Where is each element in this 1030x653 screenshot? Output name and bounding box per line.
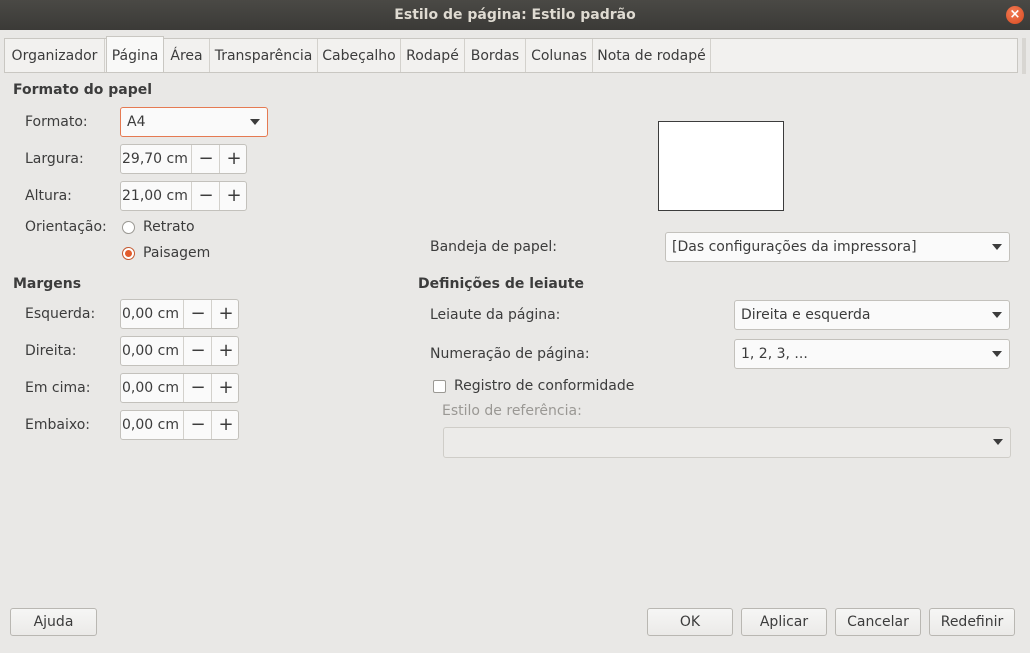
cancel-button[interactable]: Cancelar <box>835 608 921 636</box>
landscape-label[interactable]: Paisagem <box>143 245 210 261</box>
landscape-radio[interactable] <box>122 247 135 260</box>
chevron-down-icon <box>992 351 1002 357</box>
minus-icon[interactable]: − <box>183 374 212 402</box>
margin-top-value[interactable]: 0,00 cm <box>122 374 179 402</box>
margin-top-spinbox[interactable]: 0,00 cm − + <box>120 373 239 403</box>
chevron-down-icon <box>992 244 1002 250</box>
page-preview <box>658 121 784 211</box>
format-value: A4 <box>127 114 146 130</box>
portrait-label[interactable]: Retrato <box>143 219 195 235</box>
tab-transparencia[interactable]: Transparência <box>210 39 318 72</box>
chevron-down-icon <box>250 119 260 125</box>
tab-cabecalho[interactable]: Cabeçalho <box>318 39 401 72</box>
ref-style-dropdown[interactable] <box>443 427 1011 458</box>
tray-value: [Das configurações da impressora] <box>672 239 917 255</box>
numbering-dropdown[interactable]: 1, 2, 3, ... <box>734 339 1010 369</box>
tab-bordas[interactable]: Bordas <box>465 39 526 72</box>
margin-left-spinbox[interactable]: 0,00 cm − + <box>120 299 239 329</box>
ref-style-label: Estilo de referência: <box>442 403 582 419</box>
tab-scroll-indicator <box>1022 38 1026 74</box>
tab-bar: Organizador Página Área Transparência Ca… <box>4 36 1018 73</box>
format-label: Formato: <box>25 114 88 130</box>
minus-icon[interactable]: − <box>183 411 212 439</box>
margin-right-spinbox[interactable]: 0,00 cm − + <box>120 336 239 366</box>
width-spinbox[interactable]: 29,70 cm − + <box>120 144 247 174</box>
tray-label: Bandeja de papel: <box>430 239 557 255</box>
plus-icon[interactable]: + <box>211 300 240 328</box>
tab-nota-de-rodape[interactable]: Nota de rodapé <box>593 39 711 72</box>
width-label: Largura: <box>25 151 84 167</box>
portrait-radio[interactable] <box>122 221 135 234</box>
reset-button[interactable]: Redefinir <box>929 608 1015 636</box>
margin-left-label: Esquerda: <box>25 306 96 322</box>
margin-bottom-spinbox[interactable]: 0,00 cm − + <box>120 410 239 440</box>
orientation-label: Orientação: <box>25 219 107 235</box>
chevron-down-icon <box>993 439 1003 445</box>
plus-icon[interactable]: + <box>211 337 240 365</box>
numbering-value: 1, 2, 3, ... <box>741 346 808 362</box>
numbering-label: Numeração de página: <box>430 346 590 362</box>
tab-organizador[interactable]: Organizador <box>5 39 105 72</box>
window-titlebar: Estilo de página: Estilo padrão <box>0 0 1030 30</box>
width-value[interactable]: 29,70 cm <box>122 145 188 173</box>
register-checkbox[interactable] <box>433 380 446 393</box>
minus-icon[interactable]: − <box>183 337 212 365</box>
margins-title: Margens <box>13 276 82 292</box>
height-value[interactable]: 21,00 cm <box>122 182 188 210</box>
layout-title: Definições de leiaute <box>418 276 584 292</box>
minus-icon[interactable]: − <box>183 300 212 328</box>
page-layout-label: Leiaute da página: <box>430 307 561 323</box>
tray-dropdown[interactable]: [Das configurações da impressora] <box>665 232 1010 262</box>
tab-pagina[interactable]: Página <box>106 36 164 72</box>
tab-rodape[interactable]: Rodapé <box>401 39 465 72</box>
plus-icon[interactable]: + <box>211 411 240 439</box>
ok-button[interactable]: OK <box>647 608 733 636</box>
margin-top-label: Em cima: <box>25 380 91 396</box>
register-label[interactable]: Registro de conformidade <box>454 378 634 394</box>
help-button[interactable]: Ajuda <box>10 608 97 636</box>
chevron-down-icon <box>992 312 1002 318</box>
close-icon[interactable]: × <box>1006 6 1024 24</box>
plus-icon[interactable]: + <box>211 374 240 402</box>
page-layout-dropdown[interactable]: Direita e esquerda <box>734 300 1010 330</box>
plus-icon[interactable]: + <box>219 145 248 173</box>
minus-icon[interactable]: − <box>191 145 220 173</box>
plus-icon[interactable]: + <box>219 182 248 210</box>
window-title: Estilo de página: Estilo padrão <box>394 7 636 23</box>
margin-right-value[interactable]: 0,00 cm <box>122 337 179 365</box>
height-label: Altura: <box>25 188 72 204</box>
margin-right-label: Direita: <box>25 343 77 359</box>
tab-colunas[interactable]: Colunas <box>526 39 593 72</box>
page-layout-value: Direita e esquerda <box>741 307 871 323</box>
apply-button[interactable]: Aplicar <box>741 608 827 636</box>
margin-bottom-value[interactable]: 0,00 cm <box>122 411 179 439</box>
tab-area[interactable]: Área <box>164 39 210 72</box>
margin-left-value[interactable]: 0,00 cm <box>122 300 179 328</box>
paper-format-title: Formato do papel <box>13 82 153 98</box>
height-spinbox[interactable]: 21,00 cm − + <box>120 181 247 211</box>
format-dropdown[interactable]: A4 <box>120 107 268 137</box>
minus-icon[interactable]: − <box>191 182 220 210</box>
margin-bottom-label: Embaixo: <box>25 417 90 433</box>
